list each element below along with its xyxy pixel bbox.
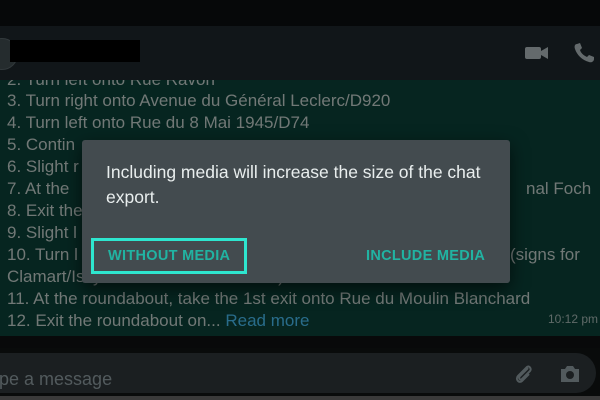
without-media-button[interactable]: WITHOUT MEDIA [91, 238, 248, 274]
include-media-button[interactable]: INCLUDE MEDIA [366, 240, 485, 272]
dialog-message: Including media will increase the size o… [106, 162, 481, 207]
export-chat-dialog: Including media will increase the size o… [82, 140, 510, 283]
